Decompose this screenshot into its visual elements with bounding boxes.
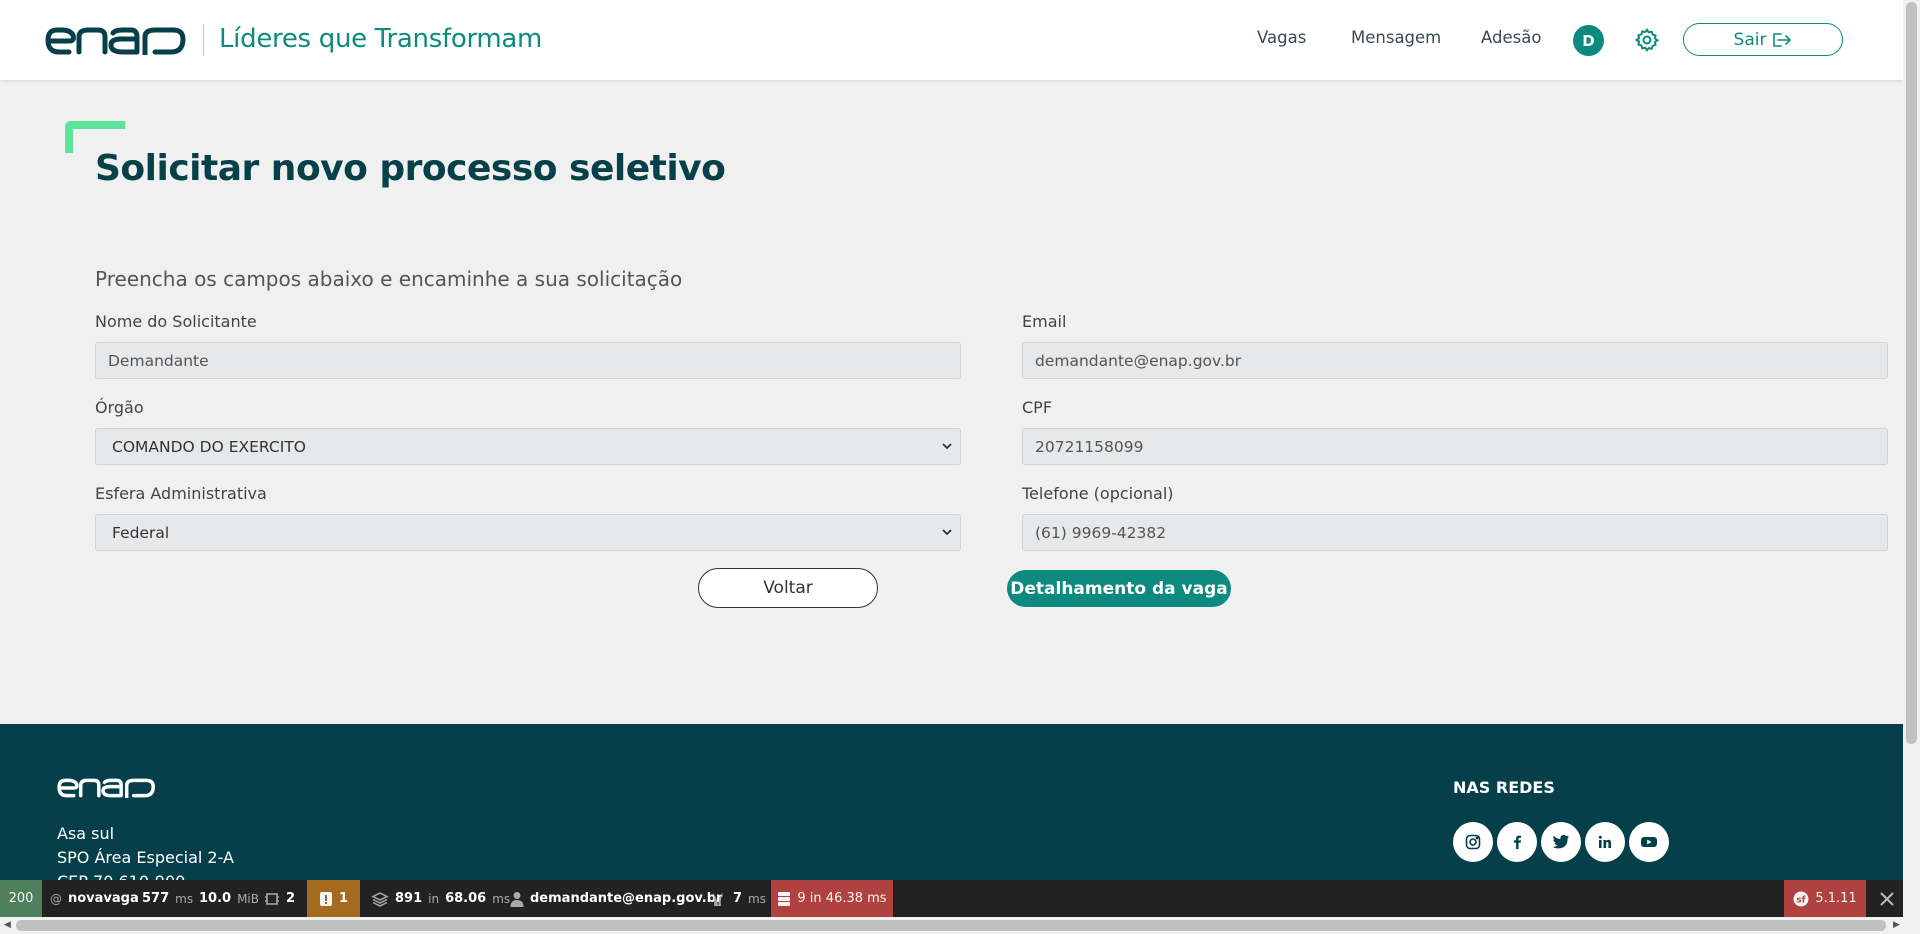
cache-item[interactable]: 891 in 68.06 ms: [371, 880, 510, 917]
warnings-count: 1: [338, 891, 349, 906]
chevron-down-icon: [942, 443, 952, 450]
logo-divider: [203, 24, 204, 56]
status-badge[interactable]: 200: [0, 880, 42, 917]
page-title: Solicitar novo processo seletivo: [95, 148, 726, 189]
symfony-icon: sf: [1793, 891, 1809, 906]
logout-button[interactable]: Sair: [1683, 23, 1843, 56]
nav-vagas[interactable]: Vagas: [1257, 28, 1306, 47]
enap-logo[interactable]: [45, 27, 187, 55]
top-header: Líderes que Transformam Vagas Mensagem A…: [0, 0, 1903, 80]
route-name: novavaga: [68, 891, 139, 906]
page-subtitle: Preencha os campos abaixo e encaminhe a …: [95, 267, 683, 291]
job-detail-button[interactable]: Detalhamento da vaga: [1007, 570, 1231, 607]
brand-title: Líderes que Transformam: [219, 24, 543, 54]
cpf-field[interactable]: 20721158099: [1022, 428, 1888, 465]
nav-adesao[interactable]: Adesão: [1481, 28, 1541, 47]
memory-value: 10.0: [199, 891, 232, 906]
footer-address-line: Asa sul: [57, 824, 115, 843]
esfera-value: Federal: [112, 523, 170, 542]
user-item[interactable]: demandante@enap.gov.br: [510, 880, 722, 917]
avatar[interactable]: D: [1573, 25, 1604, 56]
user-email: demandante@enap.gov.br: [530, 891, 723, 906]
toolbar-close-button[interactable]: [1870, 880, 1903, 917]
forms-item[interactable]: 2: [264, 880, 295, 917]
time-unit: ms: [175, 891, 194, 906]
chevron-down-icon: [942, 529, 952, 536]
gear-icon[interactable]: [1634, 27, 1660, 53]
telefone-value: (61) 9969-42382: [1035, 523, 1167, 542]
nome-field[interactable]: Demandante: [95, 342, 961, 379]
time-value: 577: [142, 891, 170, 906]
warnings-item[interactable]: 1: [307, 880, 360, 917]
memory-item[interactable]: 10.0 MiB: [199, 880, 259, 917]
symfony-item[interactable]: sf 5.1.11: [1784, 880, 1866, 917]
social-title: NAS REDES: [1453, 778, 1555, 797]
enap-footer-logo[interactable]: [57, 778, 156, 798]
email-value: demandante@enap.gov.br: [1035, 351, 1242, 370]
database-icon: [778, 891, 791, 906]
orgao-label: Órgão: [95, 398, 144, 417]
youtube-icon[interactable]: [1629, 822, 1669, 862]
telefone-label: Telefone (opcional): [1022, 484, 1174, 503]
warning-icon: [319, 891, 332, 906]
cpf-label: CPF: [1022, 398, 1053, 417]
cache-unit: ms: [492, 891, 511, 906]
horizontal-scroll-thumb[interactable]: [16, 920, 1886, 931]
database-item[interactable]: 9 in 46.38 ms: [771, 880, 893, 917]
twig-value: 7: [733, 891, 743, 906]
logout-label: Sair: [1733, 29, 1767, 50]
close-icon: [1879, 891, 1894, 906]
svg-text:sf: sf: [1797, 895, 1806, 905]
time-item[interactable]: 577 ms: [142, 880, 193, 917]
route-item[interactable]: @ novavaga: [50, 880, 139, 917]
forms-icon: [265, 892, 279, 905]
logout-icon: [1773, 32, 1792, 47]
back-button[interactable]: Voltar: [698, 568, 878, 608]
orgao-value: COMANDO DO EXERCITO: [112, 437, 306, 456]
orgao-select[interactable]: COMANDO DO EXERCITO: [95, 428, 961, 465]
forms-count: 2: [286, 891, 296, 906]
cpf-value: 20721158099: [1035, 437, 1144, 456]
symfony-version: 5.1.11: [1815, 891, 1857, 906]
cache-in: in: [428, 891, 440, 906]
at-sign: @: [50, 891, 62, 906]
nav-mensagem[interactable]: Mensagem: [1351, 28, 1441, 47]
cache-value: 891: [395, 891, 423, 906]
email-label: Email: [1022, 312, 1067, 331]
telefone-field[interactable]: (61) 9969-42382: [1022, 514, 1888, 551]
cache-time: 68.06: [445, 891, 487, 906]
nome-label: Nome do Solicitante: [95, 312, 257, 331]
debug-toolbar: 200 @ novavaga 577 ms 10.0 MiB 2 1 891 i…: [0, 880, 1903, 917]
status-code: 200: [8, 891, 34, 906]
esfera-label: Esfera Administrativa: [95, 484, 267, 503]
scroll-left-icon[interactable]: ◀: [4, 920, 11, 930]
layers-icon: [371, 891, 389, 907]
footer-address-line: SPO Área Especial 2-A: [57, 848, 234, 867]
facebook-icon[interactable]: [1497, 822, 1537, 862]
memory-unit: MiB: [237, 891, 259, 906]
scroll-right-icon[interactable]: ▶: [1893, 920, 1900, 930]
vertical-scrollbar[interactable]: [1903, 0, 1920, 917]
linkedin-icon[interactable]: [1585, 822, 1625, 862]
email-field[interactable]: demandante@enap.gov.br: [1022, 342, 1888, 379]
nome-value: Demandante: [108, 351, 209, 370]
vertical-scroll-thumb[interactable]: [1906, 2, 1917, 744]
horizontal-scrollbar[interactable]: ◀ ▶: [0, 917, 1920, 934]
esfera-select[interactable]: Federal: [95, 514, 961, 551]
instagram-icon[interactable]: [1453, 822, 1493, 862]
twitter-icon[interactable]: [1541, 822, 1581, 862]
twig-item[interactable]: 7 ms: [711, 880, 766, 917]
twig-icon: [713, 891, 723, 906]
user-icon: [510, 891, 524, 907]
database-text: 9 in 46.38 ms: [797, 891, 887, 906]
twig-unit: ms: [748, 891, 766, 906]
